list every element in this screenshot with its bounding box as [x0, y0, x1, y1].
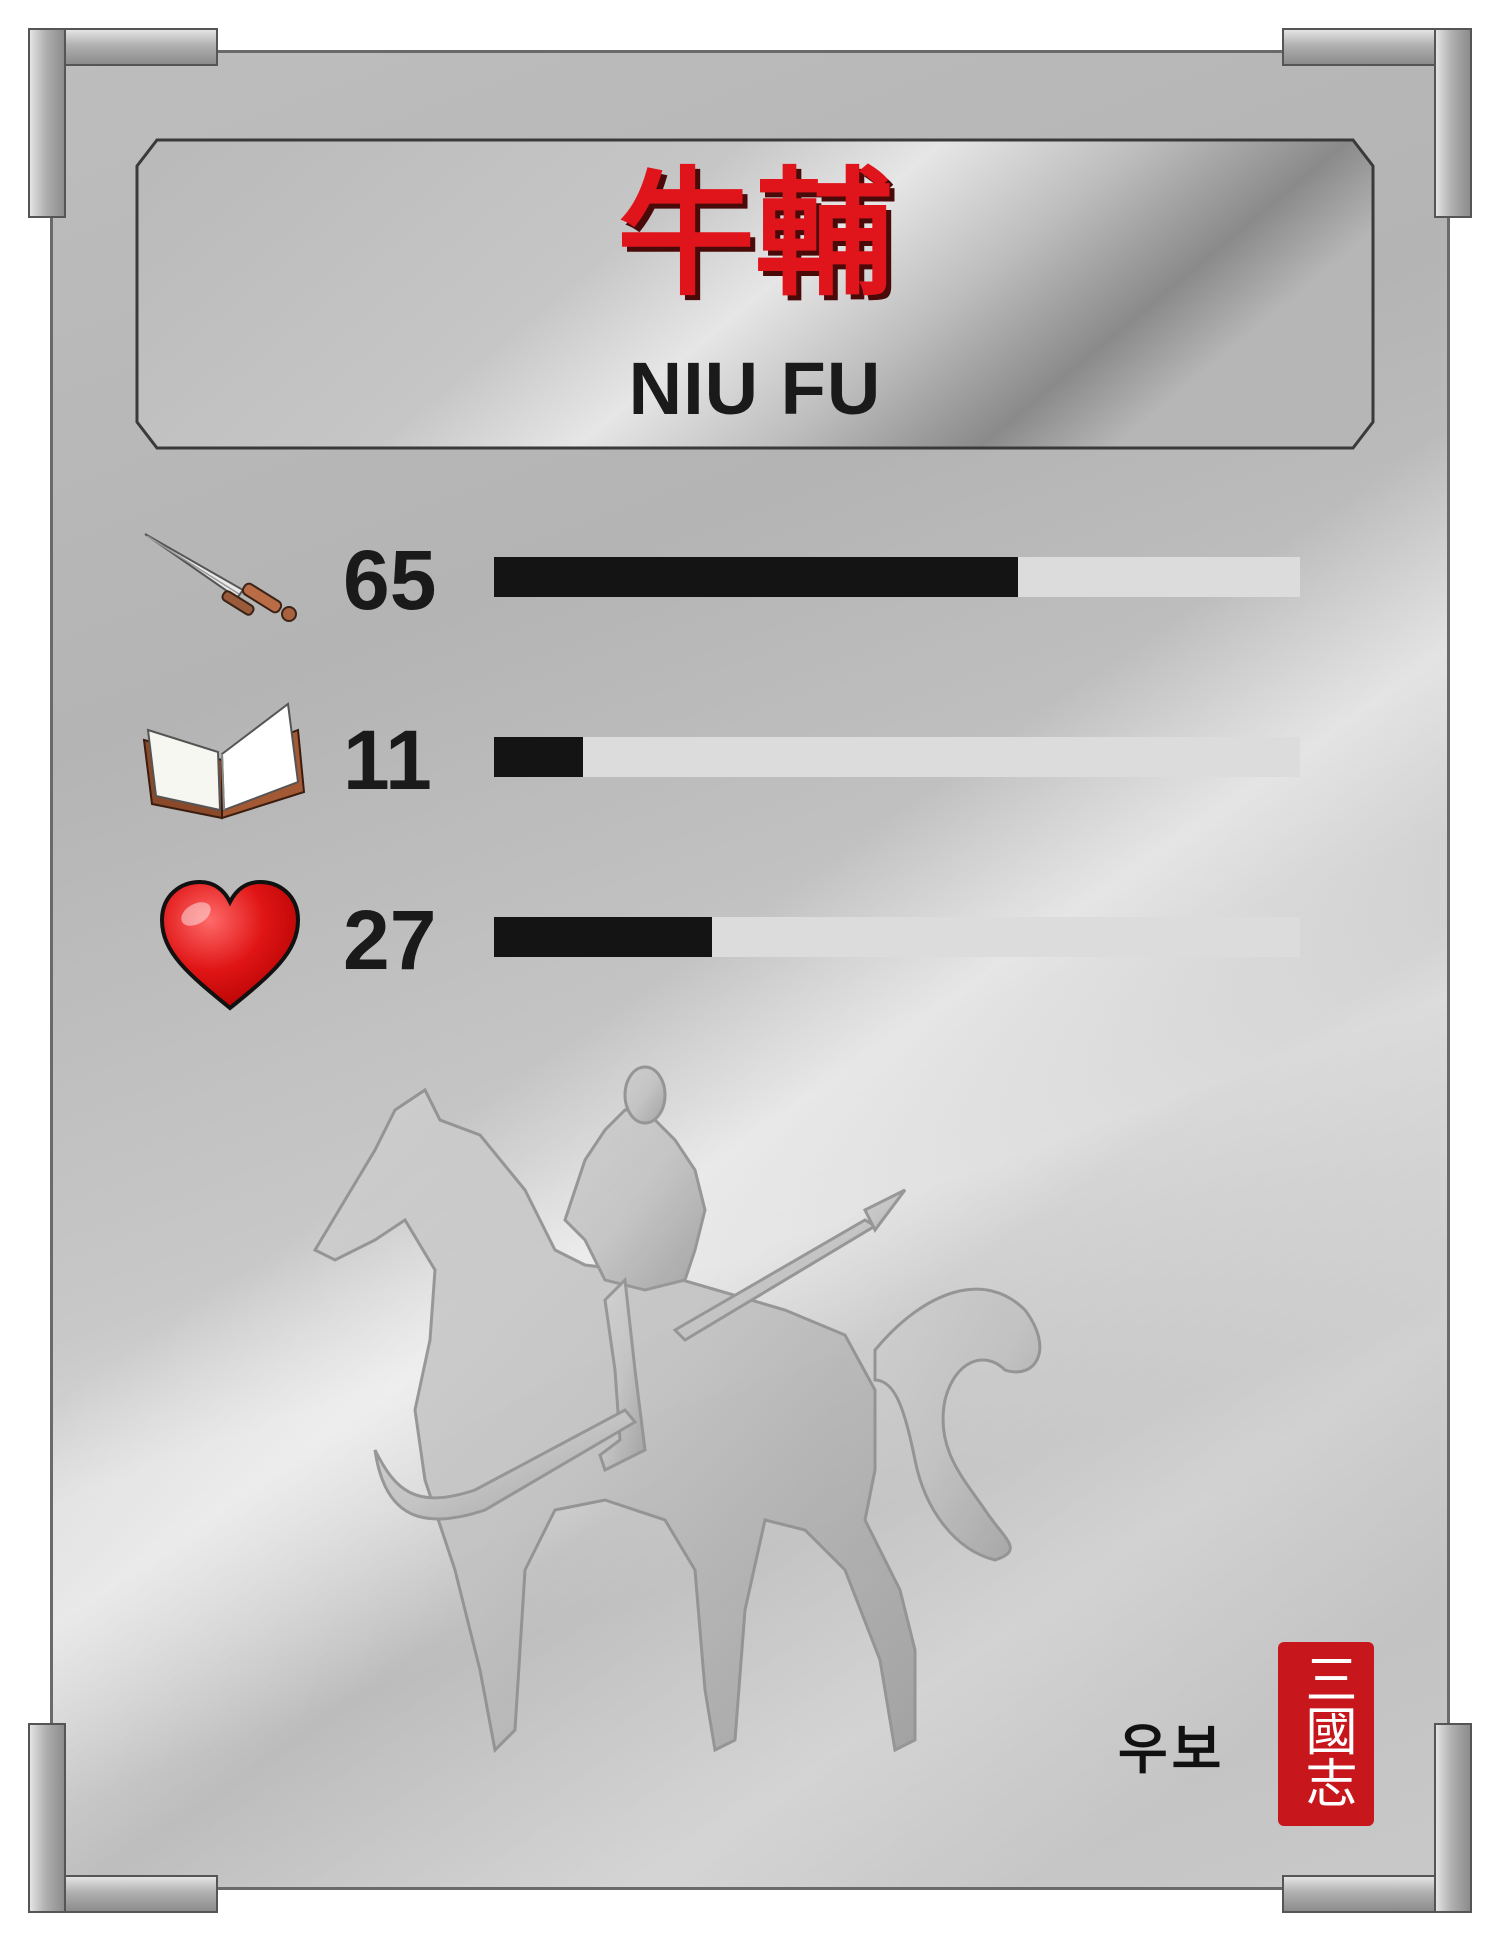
sword-icon — [144, 533, 297, 622]
seal-text: 三國志 — [1296, 1652, 1356, 1808]
book-icon — [142, 702, 306, 820]
stat-bar-track — [494, 557, 1300, 597]
stat-row-intelligence: 11 — [0, 700, 1500, 820]
stat-value: 65 — [343, 533, 437, 627]
horse-rider-silhouette-icon — [312, 1065, 1042, 1754]
stat-bar-fill — [494, 737, 583, 777]
character-name-chinese: 牛輔 — [616, 154, 893, 315]
stat-bar-fill — [494, 917, 712, 957]
stat-row-strength: 65 — [0, 520, 1500, 640]
heart-icon — [159, 879, 301, 1011]
stat-bar-track — [494, 737, 1300, 777]
stat-value: 27 — [343, 893, 437, 987]
character-name-english: NIU FU — [628, 347, 882, 430]
character-name-korean: 우보 — [1118, 1718, 1226, 1781]
stat-value: 11 — [343, 713, 432, 807]
frame-corner-bottom-left — [28, 1723, 218, 1913]
stat-bar-fill — [494, 557, 1018, 597]
stat-bar-track — [494, 917, 1300, 957]
stat-row-charisma: 27 — [0, 878, 1500, 1011]
seal-stamp: 三國志 — [1278, 1642, 1374, 1826]
name-panel: 牛輔 NIU FU — [135, 138, 1375, 450]
